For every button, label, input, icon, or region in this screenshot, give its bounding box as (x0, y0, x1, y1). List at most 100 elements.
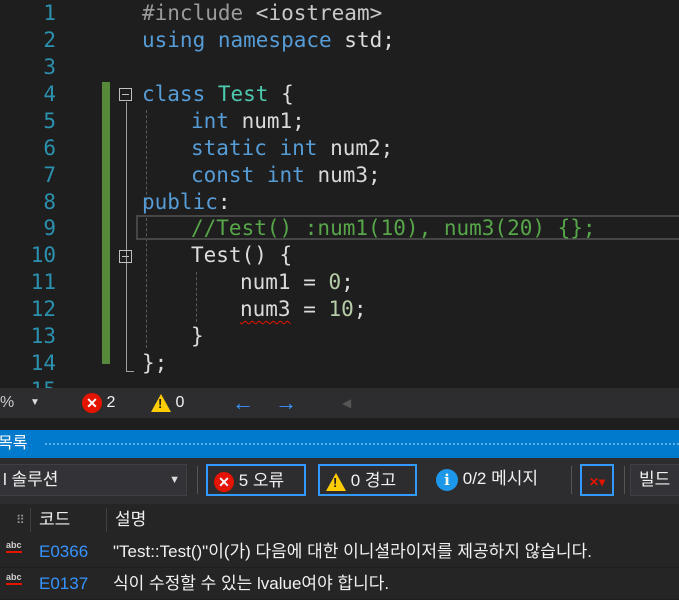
code-line: 14 }; (0, 350, 679, 377)
line-number: 8 (43, 190, 56, 214)
brace: { (268, 82, 294, 106)
warning-icon: ! (151, 393, 171, 412)
line-number: 14 (30, 351, 56, 375)
intellisense-error-icon: abc (6, 540, 22, 553)
semicolon: ; (353, 297, 367, 321)
error-squiggle-variable[interactable]: num3 (240, 297, 291, 321)
namespace-name: std; (331, 28, 395, 52)
error-grid-header: ⠿ 코드 설명 (0, 504, 679, 536)
member-decl: num3; (304, 163, 381, 187)
keyword: namespace (205, 28, 332, 52)
error-list-title-bar[interactable]: 목록 (0, 430, 679, 458)
number-literal: 0 (328, 270, 342, 294)
line-number: 13 (30, 324, 56, 348)
number-literal: 10 (328, 297, 354, 321)
variable: num1 (240, 270, 291, 294)
toolbar-separator (571, 466, 572, 494)
error-icon: ✕ (82, 392, 102, 413)
code-line: 4 class Test { (0, 81, 679, 108)
build-source-dropdown[interactable]: 빌드 (630, 464, 679, 496)
preprocessor-directive: #include (142, 1, 244, 25)
warning-indicator[interactable]: ! 0 (151, 388, 184, 418)
warnings-filter-label: 0 경고 (350, 471, 397, 490)
comment: //Test() :num1(10), num3(20) {}; (191, 216, 596, 240)
include-header: <iostream> (243, 1, 383, 25)
title-grip (44, 442, 679, 447)
code-line: 8 public: (0, 189, 679, 216)
info-icon: i (436, 468, 458, 491)
code-editor[interactable]: 1 #include <iostream> 2 using namespace … (0, 0, 679, 388)
intellisense-error-icon: abc (6, 572, 22, 585)
line-number: 2 (43, 28, 56, 52)
brace: } (191, 324, 204, 348)
error-icon: ✕ (214, 471, 234, 492)
member-decl: num2; (317, 136, 394, 160)
toolbar-separator (197, 466, 198, 494)
code-line: 13 } (0, 323, 679, 350)
column-divider (30, 508, 31, 532)
navigate-forward-icon[interactable]: → (275, 388, 297, 418)
code-line: 7 const int num3; (0, 162, 679, 189)
error-indicator[interactable]: ✕ 2 (82, 388, 115, 418)
column-divider (106, 508, 107, 532)
column-header-description[interactable]: 설명 (115, 504, 146, 536)
scroll-left-icon[interactable]: ◀ (342, 388, 351, 418)
class-name: Test (205, 82, 269, 106)
error-code-link[interactable]: E0137 (39, 568, 88, 599)
messages-filter-button[interactable]: i 0/2 메시지 (436, 464, 566, 496)
constructor-signature: () { (241, 243, 293, 267)
keyword: int (254, 163, 305, 187)
error-row[interactable]: abc E0137 식이 수정할 수 있는 lvalue여야 합니다. (0, 568, 679, 599)
error-row[interactable]: abc E0366 "Test::Test()"이(가) 다음에 대한 이니셜라… (0, 536, 679, 567)
errors-filter-label: 5 오류 (238, 471, 285, 490)
brace: }; (142, 351, 168, 375)
line-number: 6 (43, 136, 56, 160)
keyword: int (191, 109, 229, 133)
line-number: 3 (43, 55, 56, 79)
zoom-level[interactable]: % (0, 388, 14, 418)
keyword: class (142, 82, 206, 106)
line-number: 12 (30, 297, 56, 321)
navigate-back-icon[interactable]: ← (232, 388, 254, 418)
zoom-dropdown-icon[interactable]: ▼ (30, 388, 40, 418)
scope-value: l 솔루션 (3, 470, 59, 489)
warning-count: 0 (175, 394, 185, 411)
line-number: 5 (43, 109, 56, 133)
operator: = (290, 270, 329, 294)
warning-icon: ! (326, 472, 346, 491)
line-number: 15 (0, 377, 56, 388)
line-number: 4 (43, 82, 56, 106)
error-description: 식이 수정할 수 있는 lvalue여야 합니다. (113, 574, 390, 593)
code-line: 2 using namespace std; (0, 27, 679, 54)
member-decl: num1; (228, 109, 305, 133)
keyword: using (142, 28, 206, 52)
constructor-name: Test (191, 243, 242, 267)
messages-filter-label: 0/2 메시지 (462, 469, 539, 488)
keyword: int (266, 136, 318, 160)
code-line: 1 #include <iostream> (0, 0, 679, 27)
sort-icon[interactable]: ⠿ (16, 504, 25, 536)
scope-dropdown[interactable]: l 솔루션 ▼ (0, 464, 187, 496)
clear-filter-button[interactable]: ✕▾ (580, 464, 614, 496)
build-source-label: 빌드 (639, 470, 671, 489)
error-count: 2 (106, 394, 116, 411)
code-line: 5 int num1; (0, 108, 679, 135)
keyword: public (142, 190, 218, 214)
semicolon: ; (341, 270, 354, 294)
toolbar-separator (624, 466, 625, 494)
colon: : (217, 190, 231, 214)
error-code-link[interactable]: E0366 (39, 536, 88, 567)
keyword: const (191, 163, 255, 187)
line-number: 1 (43, 1, 56, 25)
line-number: 9 (43, 216, 56, 240)
code-line: 11 num1 = 0; (0, 269, 679, 296)
column-header-code[interactable]: 코드 (39, 504, 70, 536)
errors-filter-button[interactable]: ✕ 5 오류 (206, 464, 306, 496)
code-line: 6 static int num2; (0, 135, 679, 162)
line-number: 10 (30, 243, 56, 267)
code-line: 15 (0, 377, 679, 388)
warnings-filter-button[interactable]: ! 0 경고 (318, 464, 417, 496)
keyword: static (191, 136, 267, 160)
error-list-toolbar: l 솔루션 ▼ ✕ 5 오류 ! 0 경고 i 0/2 메시지 ✕▾ 빌드 (0, 458, 679, 504)
line-number: 11 (30, 270, 56, 294)
